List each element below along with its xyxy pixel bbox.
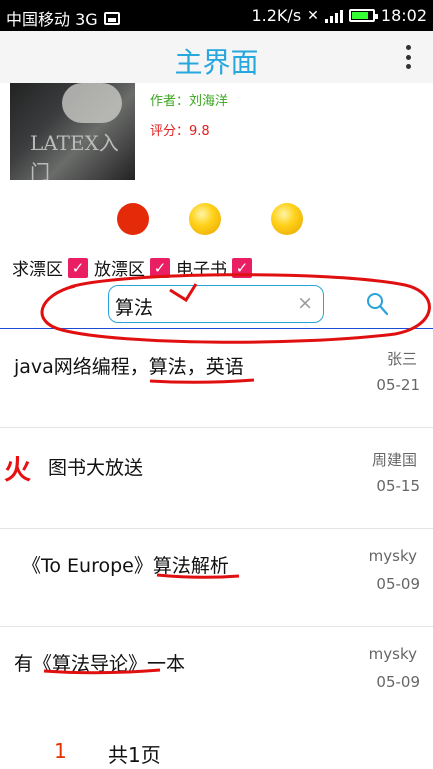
filter-label: 电子书 [176, 260, 227, 280]
signal-icon [324, 9, 343, 23]
status-bar: 中国移动 3G 1.2K/s ✕ 18:02 [0, 0, 433, 31]
app-bar: 主界面 [0, 31, 433, 83]
book-cover-image[interactable]: LATEX入门 [10, 83, 135, 180]
filter-qiupiao[interactable]: 求漂区 ✓ [12, 255, 88, 280]
post-title: 《To Europe》算法解析 [22, 555, 229, 577]
indicator-dot[interactable] [189, 203, 221, 235]
list-item[interactable]: java网络编程，算法，英语 张三 05-21 [0, 329, 433, 428]
post-user: mysky [368, 547, 417, 565]
filter-fangpiao[interactable]: 放漂区 ✓ [94, 255, 170, 280]
list-item[interactable]: 火 图书大放送 周建国 05-15 [0, 430, 433, 529]
wifi-off-icon: ✕ [307, 7, 319, 24]
clock: 18:02 [380, 6, 427, 25]
list-item[interactable]: 《To Europe》算法解析 mysky 05-09 [0, 528, 433, 627]
hot-badge: 火 [4, 455, 31, 486]
post-title: java网络编程，算法，英语 [14, 356, 244, 378]
book-rating: 评分：9.8 [150, 124, 210, 139]
indicator-dot-active[interactable] [117, 203, 149, 235]
page-number[interactable]: 1 [54, 739, 67, 763]
post-date: 05-21 [376, 376, 420, 394]
cover-figure [62, 83, 122, 123]
post-title: 图书大放送 [48, 457, 144, 479]
filter-row: 求漂区 ✓ 放漂区 ✓ 电子书 ✓ [12, 255, 258, 280]
checkbox-checked[interactable]: ✓ [68, 257, 88, 278]
post-date: 05-15 [376, 477, 420, 495]
indicator-dot[interactable] [271, 203, 303, 235]
search-value[interactable]: 算法 [115, 293, 153, 320]
battery-icon [348, 9, 378, 22]
checkbox-checked[interactable]: ✓ [150, 257, 170, 278]
page-total: 共1页 [108, 743, 161, 767]
search-input[interactable]: 算法 × [108, 285, 324, 323]
carrier-label: 中国移动 3G [6, 10, 98, 29]
post-date: 05-09 [376, 575, 420, 593]
post-title: 有《算法导论》一本 [14, 653, 186, 675]
post-user: mysky [368, 645, 417, 663]
network-speed: 1.2K/s [251, 6, 302, 25]
image-notification-icon [103, 11, 120, 25]
book-author: 作者：刘海洋 [150, 94, 229, 109]
cover-title: LATEX入门 [30, 131, 119, 180]
clear-icon[interactable]: × [297, 292, 313, 314]
page-title: 主界面 [174, 46, 259, 79]
search-icon[interactable] [366, 292, 388, 316]
filter-label: 求漂区 [12, 260, 63, 280]
post-user: 张三 [386, 350, 417, 368]
checkbox-checked[interactable]: ✓ [232, 257, 252, 278]
post-date: 05-09 [376, 673, 420, 691]
filter-ebook[interactable]: 电子书 ✓ [176, 255, 252, 280]
more-vertical-icon[interactable] [405, 45, 411, 69]
list-item[interactable]: 有《算法导论》一本 mysky 05-09 [0, 626, 433, 724]
post-user: 周建国 [371, 451, 417, 469]
filter-label: 放漂区 [94, 260, 145, 280]
